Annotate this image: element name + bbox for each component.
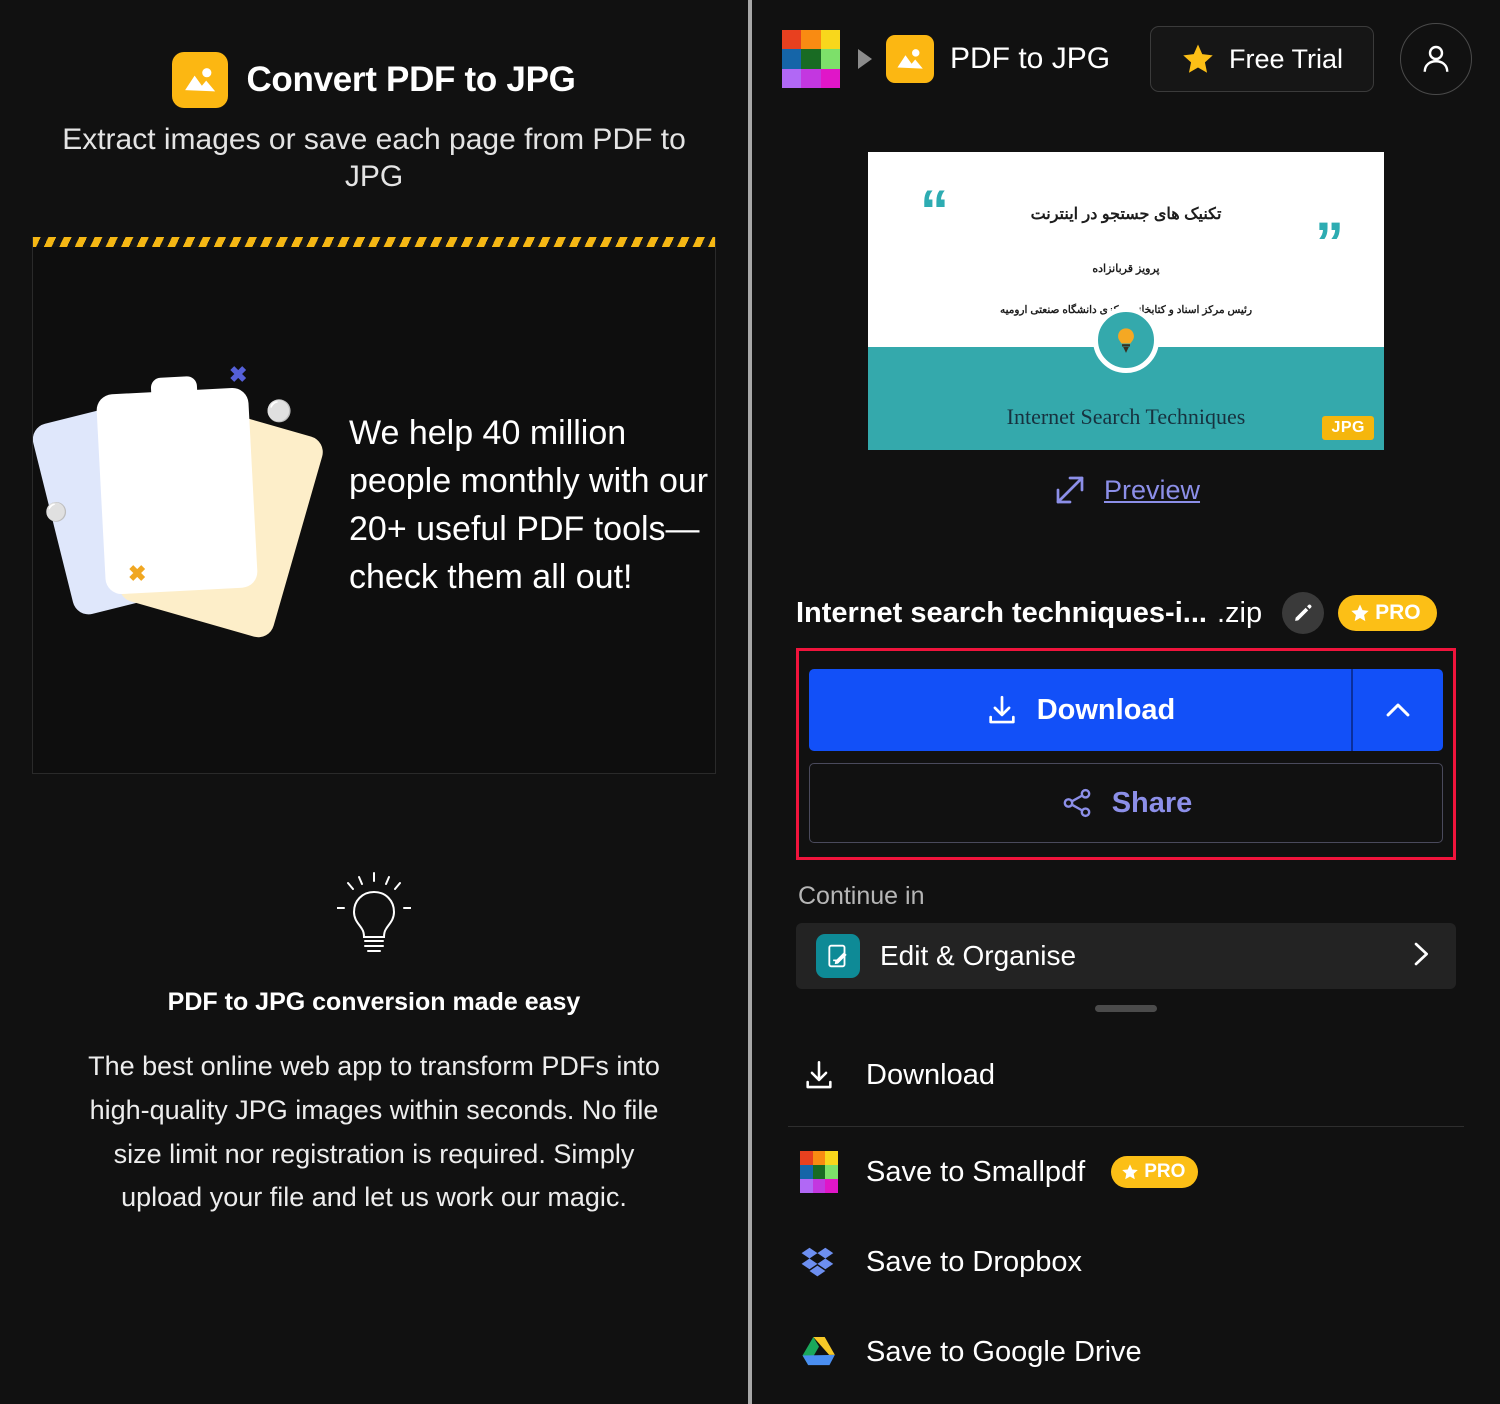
share-nodes-icon bbox=[1063, 788, 1091, 818]
free-trial-button[interactable]: Free Trial bbox=[1149, 26, 1374, 92]
star-icon bbox=[1122, 1164, 1139, 1180]
preview-link[interactable]: Preview bbox=[1104, 475, 1200, 506]
free-trial-label: Free Trial bbox=[1228, 43, 1343, 74]
chevron-right-icon bbox=[1404, 938, 1436, 975]
pencil-icon bbox=[1295, 604, 1312, 621]
smallpdf-logo-icon[interactable] bbox=[782, 30, 840, 88]
menu-item-label: Save to Google Drive bbox=[866, 1335, 1142, 1368]
left-info-panel: Convert PDF to JPG Extract images or sav… bbox=[0, 0, 748, 1404]
breadcrumb-tool-name: PDF to JPG bbox=[950, 42, 1111, 75]
document-preview-thumbnail[interactable]: “ ” تکنیک های جستجو در اینترنت پرویز قرب… bbox=[868, 152, 1384, 450]
continue-in-label: Continue in bbox=[798, 882, 925, 910]
preview-link-row[interactable]: Preview bbox=[868, 472, 1384, 508]
download-icon bbox=[798, 1054, 840, 1096]
o-mark-icon: ⚪ bbox=[266, 400, 293, 424]
pro-badge-label: PRO bbox=[1375, 601, 1421, 624]
star-icon bbox=[1183, 44, 1213, 73]
document-preview-wrapper: “ ” تکنیک های جستجو در اینترنت پرویز قرب… bbox=[868, 152, 1384, 508]
download-button-label: Download bbox=[1036, 693, 1176, 726]
page-title: Convert PDF to JPG bbox=[246, 60, 576, 99]
image-icon bbox=[172, 52, 229, 108]
tool-header: Convert PDF to JPG bbox=[32, 52, 716, 108]
slide-author-fa: پرویز قربانزاده bbox=[1092, 263, 1160, 275]
user-avatar-icon bbox=[1423, 45, 1449, 72]
quote-close-icon: ” bbox=[1315, 211, 1344, 276]
lightbulb-icon bbox=[1093, 307, 1159, 373]
right-app-panel: PDF to JPG Free Trial “ ” تکنیک های جستج… bbox=[752, 0, 1500, 1404]
tip-section: PDF to JPG conversion made easy The best… bbox=[74, 870, 674, 1220]
slide-title-en: Internet Search Techniques bbox=[1006, 404, 1246, 429]
share-button[interactable]: Share bbox=[809, 763, 1443, 843]
file-extension: .zip bbox=[1216, 596, 1263, 629]
rename-file-button[interactable] bbox=[1282, 592, 1325, 634]
drag-handle[interactable] bbox=[1095, 1005, 1157, 1012]
slide-title-fa: تکنیک های جستجو در اینترنت bbox=[1030, 206, 1222, 223]
star-icon bbox=[1351, 604, 1369, 622]
tool-subtitle: Extract images or save each page from PD… bbox=[62, 123, 686, 193]
menu-item-label: Download bbox=[866, 1058, 995, 1091]
promo-text: We help 40 million people monthly with o… bbox=[349, 413, 709, 597]
o-mark-icon: ⚪ bbox=[45, 502, 68, 523]
x-mark-icon: ✖ bbox=[229, 362, 248, 388]
app-root: Convert PDF to JPG Extract images or sav… bbox=[0, 0, 1500, 1404]
caret-right-icon bbox=[858, 49, 872, 69]
download-options-toggle[interactable] bbox=[1351, 669, 1443, 751]
google-drive-icon bbox=[798, 1331, 840, 1373]
dropbox-icon bbox=[798, 1241, 840, 1283]
edit-document-icon bbox=[816, 934, 860, 978]
menu-item-download[interactable]: Download bbox=[752, 1030, 1500, 1120]
image-icon bbox=[886, 35, 934, 83]
file-name: Internet search techniques-i... bbox=[796, 596, 1207, 629]
stacked-paper-cards-illustration: ✖ ⚪ ⚪ ✖ bbox=[33, 355, 341, 655]
expand-arrow-icon bbox=[1056, 476, 1084, 504]
menu-item-label: Save to Smallpdf bbox=[866, 1155, 1086, 1188]
edit-and-organise-label: Edit & Organise bbox=[880, 940, 1077, 971]
file-name-row: Internet search techniques-i... .zip PRO bbox=[796, 592, 1500, 634]
panel-divider bbox=[748, 0, 752, 1404]
menu-item-save-to-smallpdf[interactable]: Save to Smallpdf PRO bbox=[752, 1127, 1500, 1217]
account-avatar-button[interactable] bbox=[1400, 23, 1472, 95]
promo-card[interactable]: ✖ ⚪ ⚪ ✖ We help 40 million people monthl… bbox=[32, 237, 716, 775]
menu-item-save-to-dropbox[interactable]: Save to Dropbox bbox=[752, 1217, 1500, 1307]
menu-item-label: Save to Dropbox bbox=[866, 1245, 1083, 1278]
tip-title: PDF to JPG conversion made easy bbox=[167, 988, 581, 1017]
save-options-menu: Download Save to Smallpdf PRO Save to Dr… bbox=[752, 1030, 1500, 1397]
edit-and-organise-item[interactable]: Edit & Organise bbox=[796, 923, 1456, 989]
smallpdf-logo-icon bbox=[798, 1151, 840, 1193]
tip-body: The best online web app to transform PDF… bbox=[88, 1051, 660, 1213]
format-badge: JPG bbox=[1322, 416, 1374, 440]
download-icon bbox=[989, 695, 1015, 724]
pro-badge[interactable]: PRO bbox=[1338, 595, 1437, 631]
download-button[interactable]: Download bbox=[809, 669, 1351, 751]
x-mark-icon: ✖ bbox=[128, 561, 147, 587]
highlighted-actions-region: Download Share bbox=[796, 648, 1456, 860]
share-button-label: Share bbox=[1111, 786, 1193, 819]
top-toolbar: PDF to JPG Free Trial bbox=[752, 0, 1500, 118]
menu-item-save-to-google-drive[interactable]: Save to Google Drive bbox=[752, 1307, 1500, 1397]
lightbulb-icon bbox=[337, 872, 411, 953]
pro-badge-label: PRO bbox=[1144, 1161, 1186, 1182]
chevron-up-icon bbox=[1386, 703, 1410, 717]
download-button-group: Download bbox=[809, 669, 1443, 751]
pro-badge[interactable]: PRO bbox=[1111, 1156, 1199, 1188]
